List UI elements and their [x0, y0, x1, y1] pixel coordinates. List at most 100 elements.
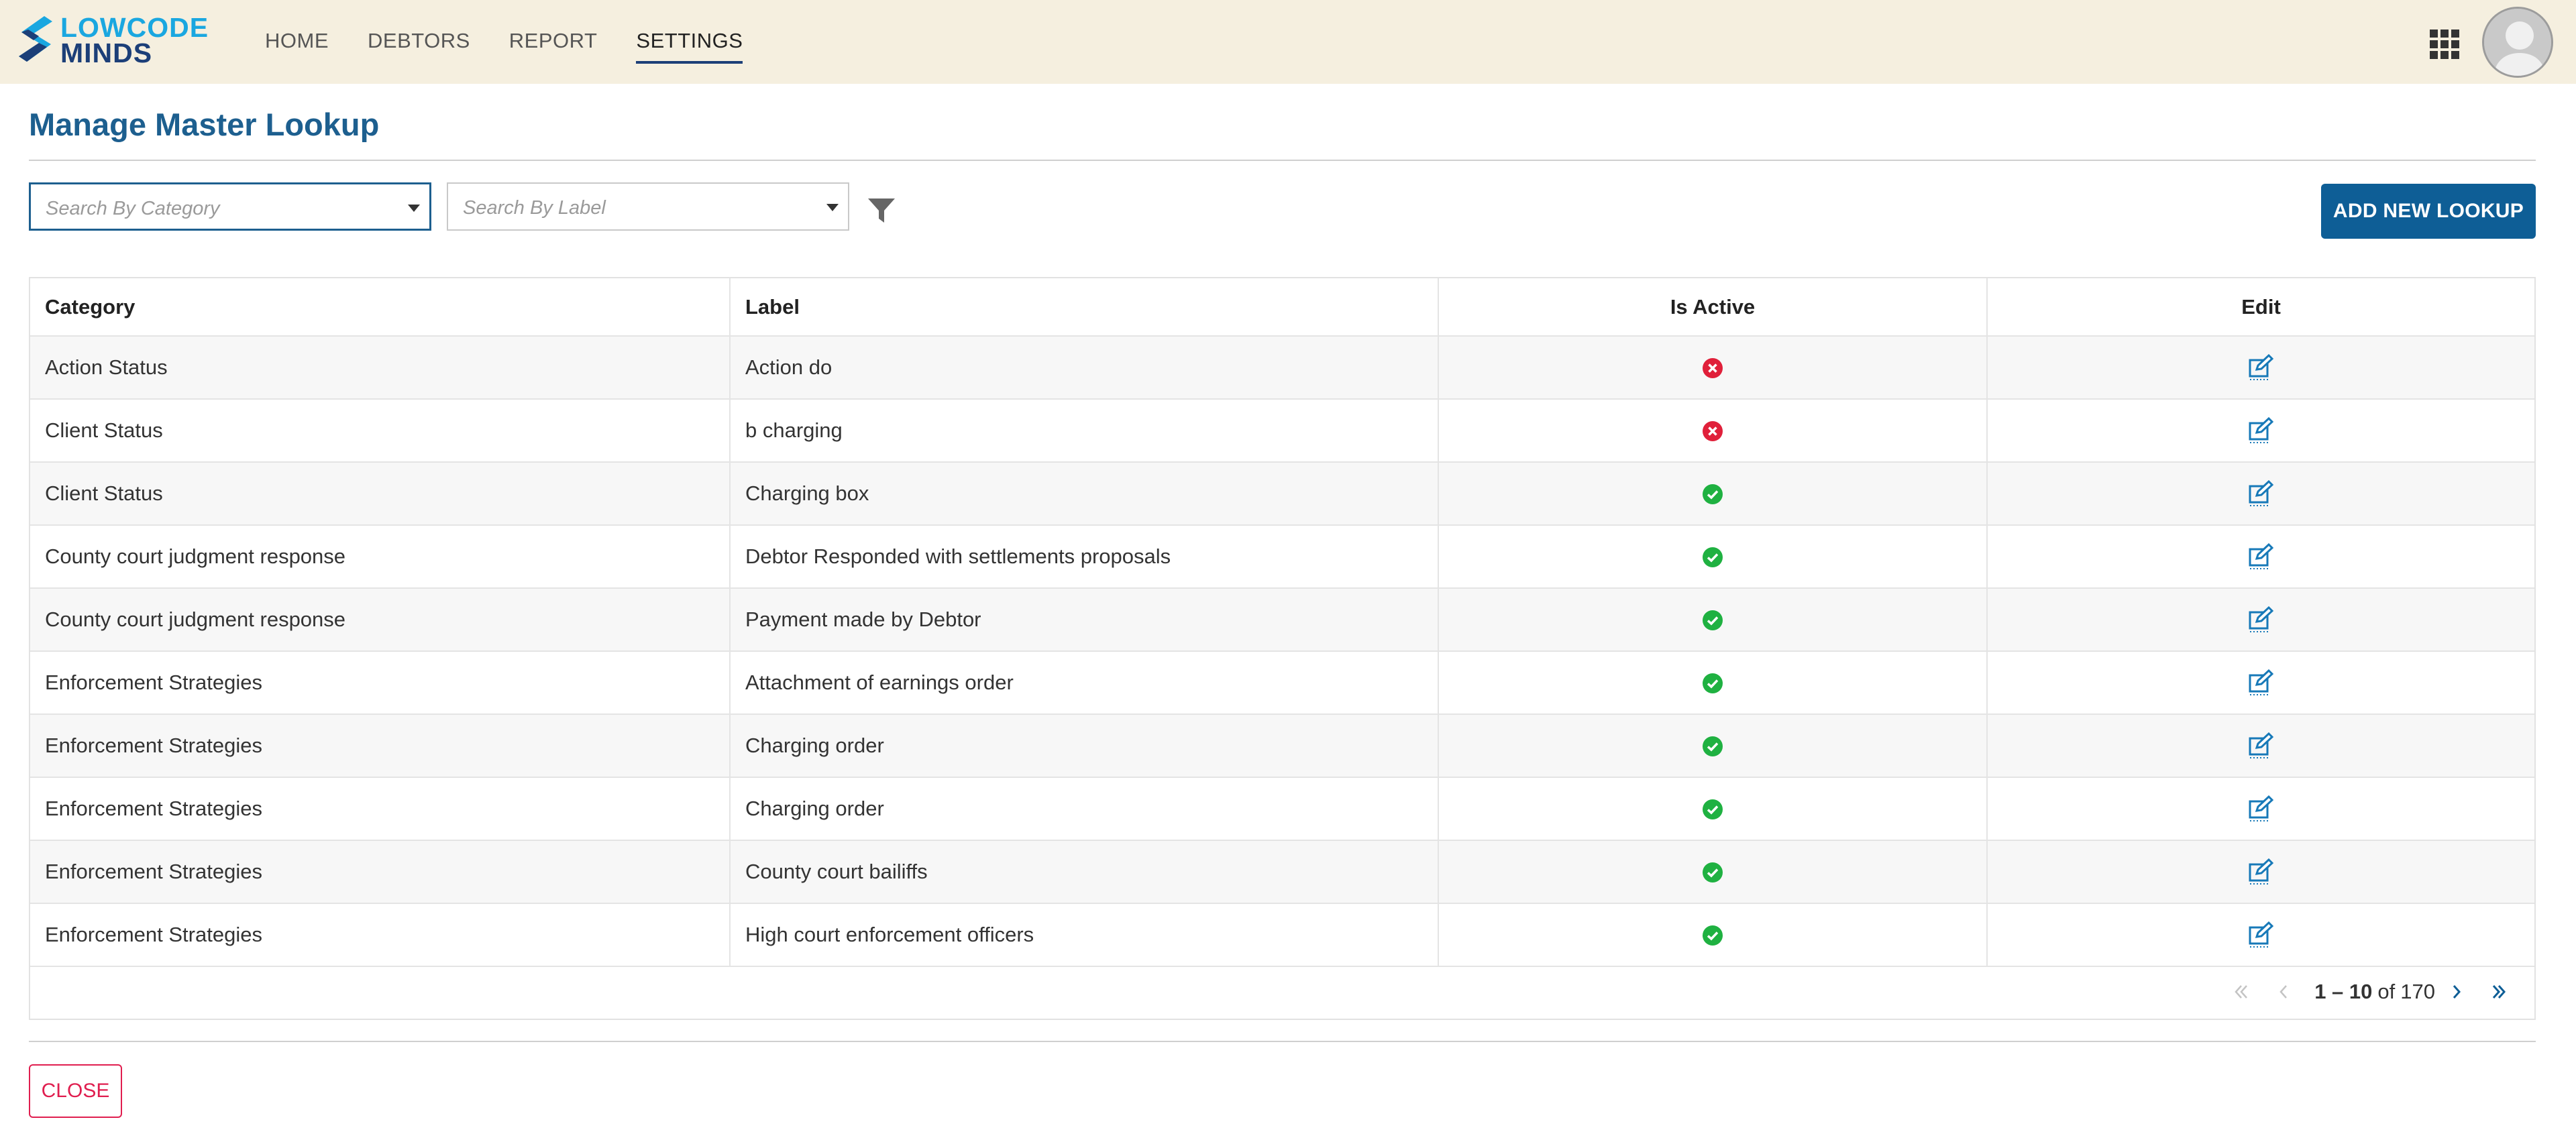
logo-line-2: MINDS	[60, 38, 153, 68]
user-silhouette-icon	[2484, 9, 2551, 76]
cell-is-active	[1438, 399, 1988, 463]
nav-debtors[interactable]: DEBTORS	[368, 29, 470, 56]
cell-label: Debtor Responded with settlements propos…	[730, 525, 1439, 589]
column-header-edit: Edit	[1987, 278, 2534, 337]
cell-category: County court judgment response	[30, 525, 731, 589]
table-header-row: Category Label Is Active Edit	[30, 278, 2534, 337]
table-row[interactable]: Enforcement Strategies Charging order	[30, 777, 2534, 841]
cell-category: Enforcement Strategies	[30, 903, 731, 967]
active-check-icon	[1703, 673, 1723, 694]
table-row[interactable]: Client Status b charging	[30, 399, 2534, 463]
category-search-select[interactable]: Search By Category	[29, 182, 431, 231]
edit-icon[interactable]	[2247, 732, 2275, 759]
last-page-icon[interactable]	[2485, 977, 2514, 1007]
previous-page-icon[interactable]	[2269, 977, 2298, 1007]
column-header-category[interactable]: Category	[30, 278, 731, 337]
cell-label: Action do	[730, 336, 1439, 400]
chevron-down-icon	[408, 205, 420, 212]
inactive-x-icon	[1703, 421, 1723, 442]
active-check-icon	[1703, 547, 1723, 568]
cell-is-active	[1438, 525, 1988, 589]
cell-is-active	[1438, 336, 1988, 400]
active-check-icon	[1703, 862, 1723, 883]
table-row[interactable]: County court judgment response Payment ma…	[30, 588, 2534, 652]
table-row[interactable]: Enforcement Strategies County court baili…	[30, 840, 2534, 904]
inactive-x-icon	[1703, 358, 1723, 379]
nav-settings[interactable]: SETTINGS	[636, 29, 743, 64]
edit-icon[interactable]	[2247, 417, 2275, 444]
cell-edit	[1987, 336, 2534, 400]
label-search-placeholder: Search By Label	[463, 197, 606, 219]
pagination: 1 – 10 of 170	[2219, 977, 2521, 1007]
title-divider	[29, 160, 2536, 161]
logo-text: LOWCODE MINDS	[60, 12, 209, 68]
lookup-table-container: Category Label Is Active Edit Action Sta…	[29, 277, 2536, 1020]
filter-icon[interactable]	[867, 196, 896, 225]
nav-report[interactable]: REPORT	[509, 29, 598, 56]
table-row[interactable]: Enforcement Strategies High court enforce…	[30, 903, 2534, 967]
table-row[interactable]: Enforcement Strategies Attachment of earn…	[30, 651, 2534, 715]
cell-label: Charging order	[730, 714, 1439, 778]
apps-grid-icon[interactable]	[2430, 30, 2459, 59]
cell-category: Enforcement Strategies	[30, 714, 731, 778]
cell-category: Client Status	[30, 462, 731, 526]
table-row[interactable]: Enforcement Strategies Charging order	[30, 714, 2534, 778]
page-title: Manage Master Lookup	[29, 107, 380, 142]
cell-edit	[1987, 588, 2534, 652]
cell-label: Charging order	[730, 777, 1439, 841]
cell-is-active	[1438, 588, 1988, 652]
cell-edit	[1987, 777, 2534, 841]
cell-category: Enforcement Strategies	[30, 840, 731, 904]
first-page-icon[interactable]	[2226, 977, 2255, 1007]
active-check-icon	[1703, 610, 1723, 631]
column-header-label[interactable]: Label	[730, 278, 1439, 337]
cell-category: County court judgment response	[30, 588, 731, 652]
cell-is-active	[1438, 777, 1988, 841]
pagination-of-label: of	[2377, 980, 2396, 1003]
brand-logo[interactable]: LOWCODE MINDS	[12, 12, 213, 72]
edit-icon[interactable]	[2247, 858, 2275, 885]
cell-edit	[1987, 714, 2534, 778]
add-new-lookup-button[interactable]: ADD NEW LOOKUP	[2321, 184, 2536, 239]
edit-icon[interactable]	[2247, 921, 2275, 948]
close-button[interactable]: CLOSE	[29, 1064, 122, 1118]
next-page-icon[interactable]	[2442, 977, 2471, 1007]
cell-edit	[1987, 840, 2534, 904]
category-search-placeholder: Search By Category	[46, 198, 220, 219]
edit-icon[interactable]	[2247, 795, 2275, 822]
active-check-icon	[1703, 736, 1723, 757]
cell-is-active	[1438, 840, 1988, 904]
footer-divider	[29, 1041, 2536, 1042]
logo-mark-icon	[19, 16, 52, 62]
active-check-icon	[1703, 799, 1723, 820]
logo-line-1: LOWCODE	[60, 12, 209, 43]
cell-label: High court enforcement officers	[730, 903, 1439, 967]
edit-icon[interactable]	[2247, 543, 2275, 570]
cell-label: Payment made by Debtor	[730, 588, 1439, 652]
chevron-down-icon	[826, 204, 839, 211]
cell-edit	[1987, 399, 2534, 463]
table-row[interactable]: Client Status Charging box	[30, 462, 2534, 526]
edit-icon[interactable]	[2247, 480, 2275, 507]
user-avatar[interactable]	[2482, 7, 2553, 78]
cell-is-active	[1438, 462, 1988, 526]
cell-label: County court bailiffs	[730, 840, 1439, 904]
column-header-is-active[interactable]: Is Active	[1438, 278, 1988, 337]
pagination-range: 1 – 10	[2314, 980, 2373, 1003]
edit-icon[interactable]	[2247, 606, 2275, 633]
edit-icon[interactable]	[2247, 354, 2275, 381]
cell-label: Charging box	[730, 462, 1439, 526]
cell-is-active	[1438, 651, 1988, 715]
pagination-total: 170	[2400, 980, 2435, 1003]
table-body: Action Status Action do Client Status b cha…	[30, 336, 2534, 967]
table-row[interactable]: Action Status Action do	[30, 336, 2534, 400]
lookup-table: Category Label Is Active Edit Action Sta…	[30, 278, 2534, 967]
label-search-select[interactable]: Search By Label	[447, 182, 849, 231]
edit-icon[interactable]	[2247, 669, 2275, 696]
nav-home[interactable]: HOME	[265, 29, 329, 56]
cell-edit	[1987, 651, 2534, 715]
cell-category: Action Status	[30, 336, 731, 400]
table-row[interactable]: County court judgment response Debtor Res…	[30, 525, 2534, 589]
cell-category: Enforcement Strategies	[30, 651, 731, 715]
cell-is-active	[1438, 903, 1988, 967]
